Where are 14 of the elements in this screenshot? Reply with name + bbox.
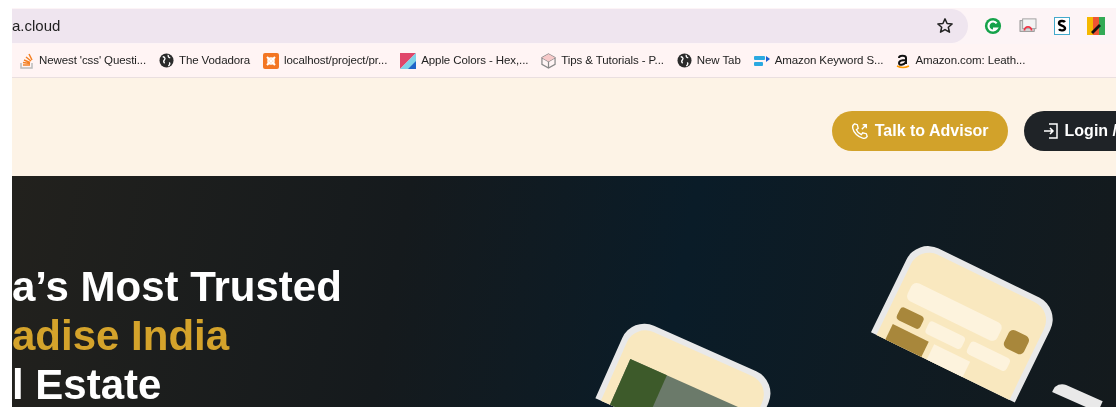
hero-heading-line: adise India xyxy=(12,311,230,360)
login-button[interactable]: Login / xyxy=(1023,111,1116,151)
bookmark-link[interactable]: Tips & Tutorials - P... xyxy=(541,51,664,70)
bookmark-link[interactable]: localhost/project/pr... xyxy=(263,51,388,70)
bookmark-link[interactable]: The Vodadora xyxy=(159,51,251,70)
hero-heading-line: l Estate xyxy=(12,360,162,407)
bookmark-link[interactable]: New Tab xyxy=(676,51,741,70)
bookmark-link[interactable]: Amazon.com: Leath... xyxy=(896,51,1026,70)
bookmark-link[interactable]: Apple Colors - Hex,... xyxy=(400,51,529,70)
address-bar[interactable]: a.cloud xyxy=(12,9,968,43)
bookmark-link[interactable]: Amazon Keyword S... xyxy=(753,51,884,70)
address-text: a.cloud xyxy=(12,15,62,36)
hero-heading-line: a’s Most Trusted xyxy=(12,262,342,311)
bookmark-link[interactable]: Newest 'css' Questi... xyxy=(20,51,146,70)
